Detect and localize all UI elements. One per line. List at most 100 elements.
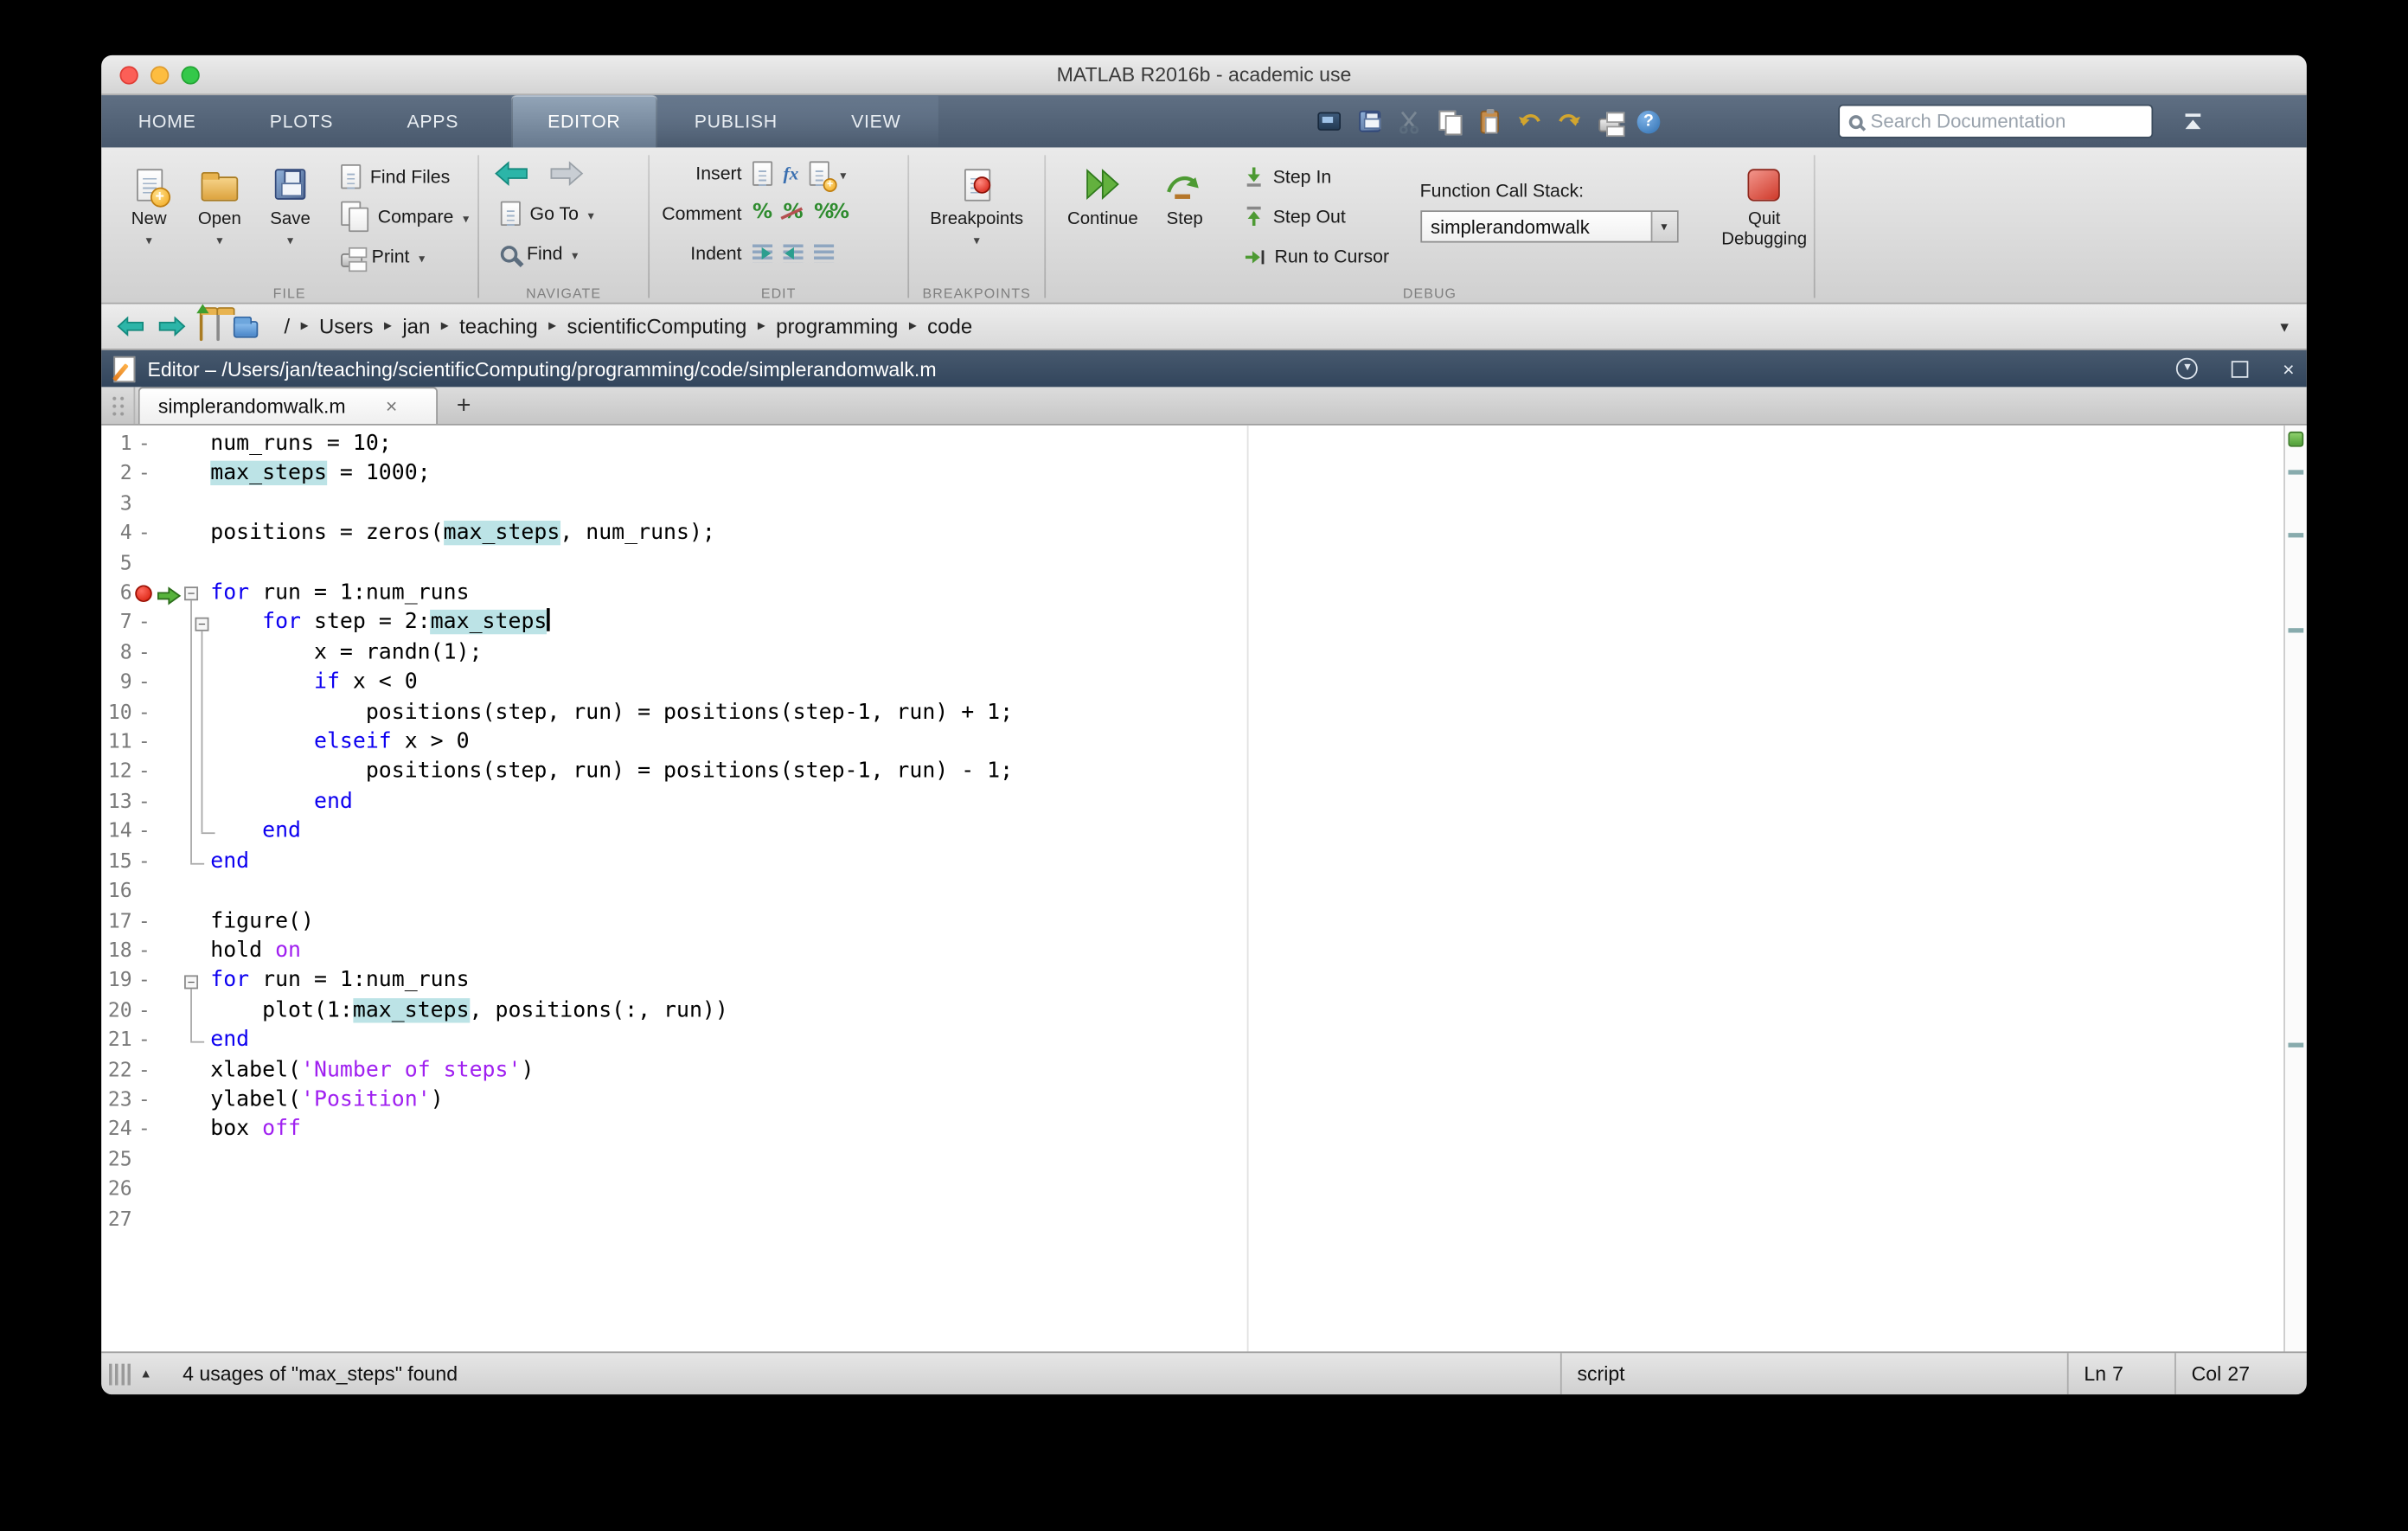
- indent-left-icon[interactable]: [784, 244, 804, 262]
- line-exec-marker[interactable]: -: [132, 520, 157, 549]
- code-line[interactable]: 18-hold on: [101, 937, 2283, 966]
- line-exec-marker[interactable]: -: [132, 698, 157, 727]
- code-line[interactable]: 14- end: [101, 817, 2283, 847]
- usage-marker[interactable]: [2288, 1043, 2303, 1047]
- code-line[interactable]: 9- if x < 0: [101, 669, 2283, 698]
- line-exec-marker[interactable]: -: [132, 1026, 157, 1055]
- dropdown-caret-icon[interactable]: ▾: [840, 168, 846, 182]
- code-line[interactable]: 27: [101, 1205, 2283, 1234]
- redo-icon[interactable]: [1556, 108, 1582, 134]
- code-fold-toggle[interactable]: −: [184, 586, 198, 600]
- code-line[interactable]: 19-for run = 1:num_runs: [101, 966, 2283, 996]
- run-to-cursor-button[interactable]: Run to Cursor: [1238, 236, 1389, 276]
- statusbar-grip[interactable]: [109, 1363, 131, 1385]
- editor-close-icon[interactable]: ×: [2283, 359, 2294, 379]
- line-exec-marker[interactable]: -: [132, 609, 157, 638]
- editor-maximize-icon[interactable]: [2232, 360, 2250, 377]
- line-exec-marker[interactable]: -: [132, 788, 157, 817]
- line-exec-marker[interactable]: -: [132, 430, 157, 459]
- search-input[interactable]: [1871, 111, 2142, 132]
- wrap-comments-icon[interactable]: %%: [814, 202, 845, 224]
- usage-marker[interactable]: [2288, 470, 2303, 474]
- code-analyzer-indicator[interactable]: [2288, 432, 2303, 447]
- quit-debugging-button[interactable]: Quit Debugging: [1715, 154, 1814, 280]
- breadcrumb-item[interactable]: teaching: [459, 315, 538, 338]
- code-line[interactable]: 11- elseif x > 0: [101, 728, 2283, 758]
- line-exec-marker[interactable]: [132, 877, 157, 906]
- breakpoints-button[interactable]: Breakpoints ▾: [915, 154, 1038, 280]
- code-line[interactable]: 6for run = 1:num_runs: [101, 579, 2283, 608]
- breadcrumb-item[interactable]: code: [927, 315, 972, 338]
- code-line[interactable]: 16: [101, 877, 2283, 906]
- copy-icon[interactable]: [1436, 108, 1462, 134]
- folder-back-button[interactable]: [117, 317, 144, 336]
- statusbar-expand-icon[interactable]: ▲: [140, 1367, 152, 1380]
- code-editor[interactable]: 1-num_runs = 10;2-max_steps = 1000;34-po…: [101, 426, 2307, 1352]
- line-exec-marker[interactable]: [132, 1145, 157, 1175]
- usage-marker[interactable]: [2288, 629, 2303, 633]
- breadcrumb-item[interactable]: /: [284, 315, 290, 338]
- code-line[interactable]: 3: [101, 490, 2283, 519]
- code-line[interactable]: 25: [101, 1145, 2283, 1175]
- undo-icon[interactable]: [1515, 108, 1541, 134]
- new-button[interactable]: + New ▾: [113, 154, 184, 280]
- insert-function-icon[interactable]: fx: [784, 163, 799, 184]
- breakpoint-dot[interactable]: [135, 586, 152, 603]
- insert-section-icon[interactable]: [752, 161, 772, 185]
- line-exec-marker[interactable]: -: [132, 966, 157, 996]
- up-one-level-button[interactable]: [200, 312, 203, 340]
- line-exec-marker[interactable]: [132, 1205, 157, 1234]
- line-exec-marker[interactable]: -: [132, 638, 157, 668]
- code-line[interactable]: 1-num_runs = 10;: [101, 430, 2283, 459]
- line-exec-marker[interactable]: -: [132, 1056, 157, 1086]
- line-exec-marker[interactable]: -: [132, 848, 157, 877]
- browse-folder-button[interactable]: [216, 312, 220, 340]
- line-exec-marker[interactable]: -: [132, 460, 157, 490]
- ribbon-tab-view[interactable]: VIEW: [815, 95, 938, 147]
- code-line[interactable]: 4-positions = zeros(max_steps, num_runs)…: [101, 520, 2283, 549]
- find-button[interactable]: Find ▾: [495, 234, 649, 273]
- minimize-ribbon-button[interactable]: [2181, 109, 2205, 133]
- line-exec-marker[interactable]: -: [132, 906, 157, 936]
- code-line[interactable]: 12- positions(step, run) = positions(ste…: [101, 758, 2283, 787]
- windows-icon[interactable]: [1316, 108, 1342, 134]
- tab-close-icon[interactable]: ×: [386, 394, 397, 418]
- code-fold-toggle[interactable]: −: [184, 975, 198, 989]
- editor-actions-menu-icon[interactable]: ▼: [2177, 358, 2199, 380]
- function-call-stack-dropdown[interactable]: simplerandomwalk ▾: [1420, 210, 1678, 242]
- line-exec-marker[interactable]: [132, 490, 157, 519]
- find-files-button[interactable]: Find Files: [335, 157, 469, 196]
- code-line[interactable]: 15-end: [101, 848, 2283, 877]
- line-exec-marker[interactable]: -: [132, 669, 157, 698]
- breadcrumb-item[interactable]: scientificComputing: [567, 315, 747, 338]
- code-line[interactable]: 7- for step = 2:max_steps: [101, 609, 2283, 638]
- code-line[interactable]: 23-ylabel('Position'): [101, 1086, 2283, 1115]
- code-line[interactable]: 17-figure(): [101, 906, 2283, 936]
- message-indicator-bar[interactable]: [2283, 426, 2307, 1352]
- breadcrumb-item[interactable]: Users: [319, 315, 374, 338]
- save-button[interactable]: Save ▾: [255, 154, 326, 280]
- code-line[interactable]: 20- plot(1:max_steps, positions(:, run)): [101, 996, 2283, 1026]
- smart-indent-icon[interactable]: [752, 244, 772, 262]
- step-button[interactable]: Step: [1150, 154, 1220, 280]
- code-line[interactable]: 2-max_steps = 1000;: [101, 460, 2283, 490]
- line-exec-marker[interactable]: -: [132, 758, 157, 787]
- code-line[interactable]: 5: [101, 549, 2283, 579]
- breadcrumb-dropdown-icon[interactable]: ▼: [2277, 318, 2291, 334]
- usage-marker[interactable]: [2288, 533, 2303, 537]
- code-line[interactable]: 10- positions(step, run) = positions(ste…: [101, 698, 2283, 727]
- tabbar-grip[interactable]: [101, 387, 135, 424]
- line-exec-marker[interactable]: -: [132, 1086, 157, 1115]
- print-icon[interactable]: [1596, 108, 1622, 134]
- code-fold-toggle[interactable]: −: [195, 617, 208, 631]
- code-line[interactable]: 24-box off: [101, 1116, 2283, 1145]
- help-icon[interactable]: ?: [1636, 108, 1662, 134]
- code-line[interactable]: 8- x = randn(1);: [101, 638, 2283, 668]
- code-line[interactable]: 13- end: [101, 788, 2283, 817]
- uncomment-icon[interactable]: %: [784, 202, 804, 224]
- file-tab[interactable]: simplerandomwalk.m ×: [138, 387, 438, 424]
- window-titlebar[interactable]: MATLAB R2016b - academic use: [101, 55, 2307, 95]
- breadcrumb-item[interactable]: jan: [402, 315, 430, 338]
- indent-right-icon[interactable]: [814, 244, 834, 262]
- insert-template-icon[interactable]: +: [810, 161, 829, 185]
